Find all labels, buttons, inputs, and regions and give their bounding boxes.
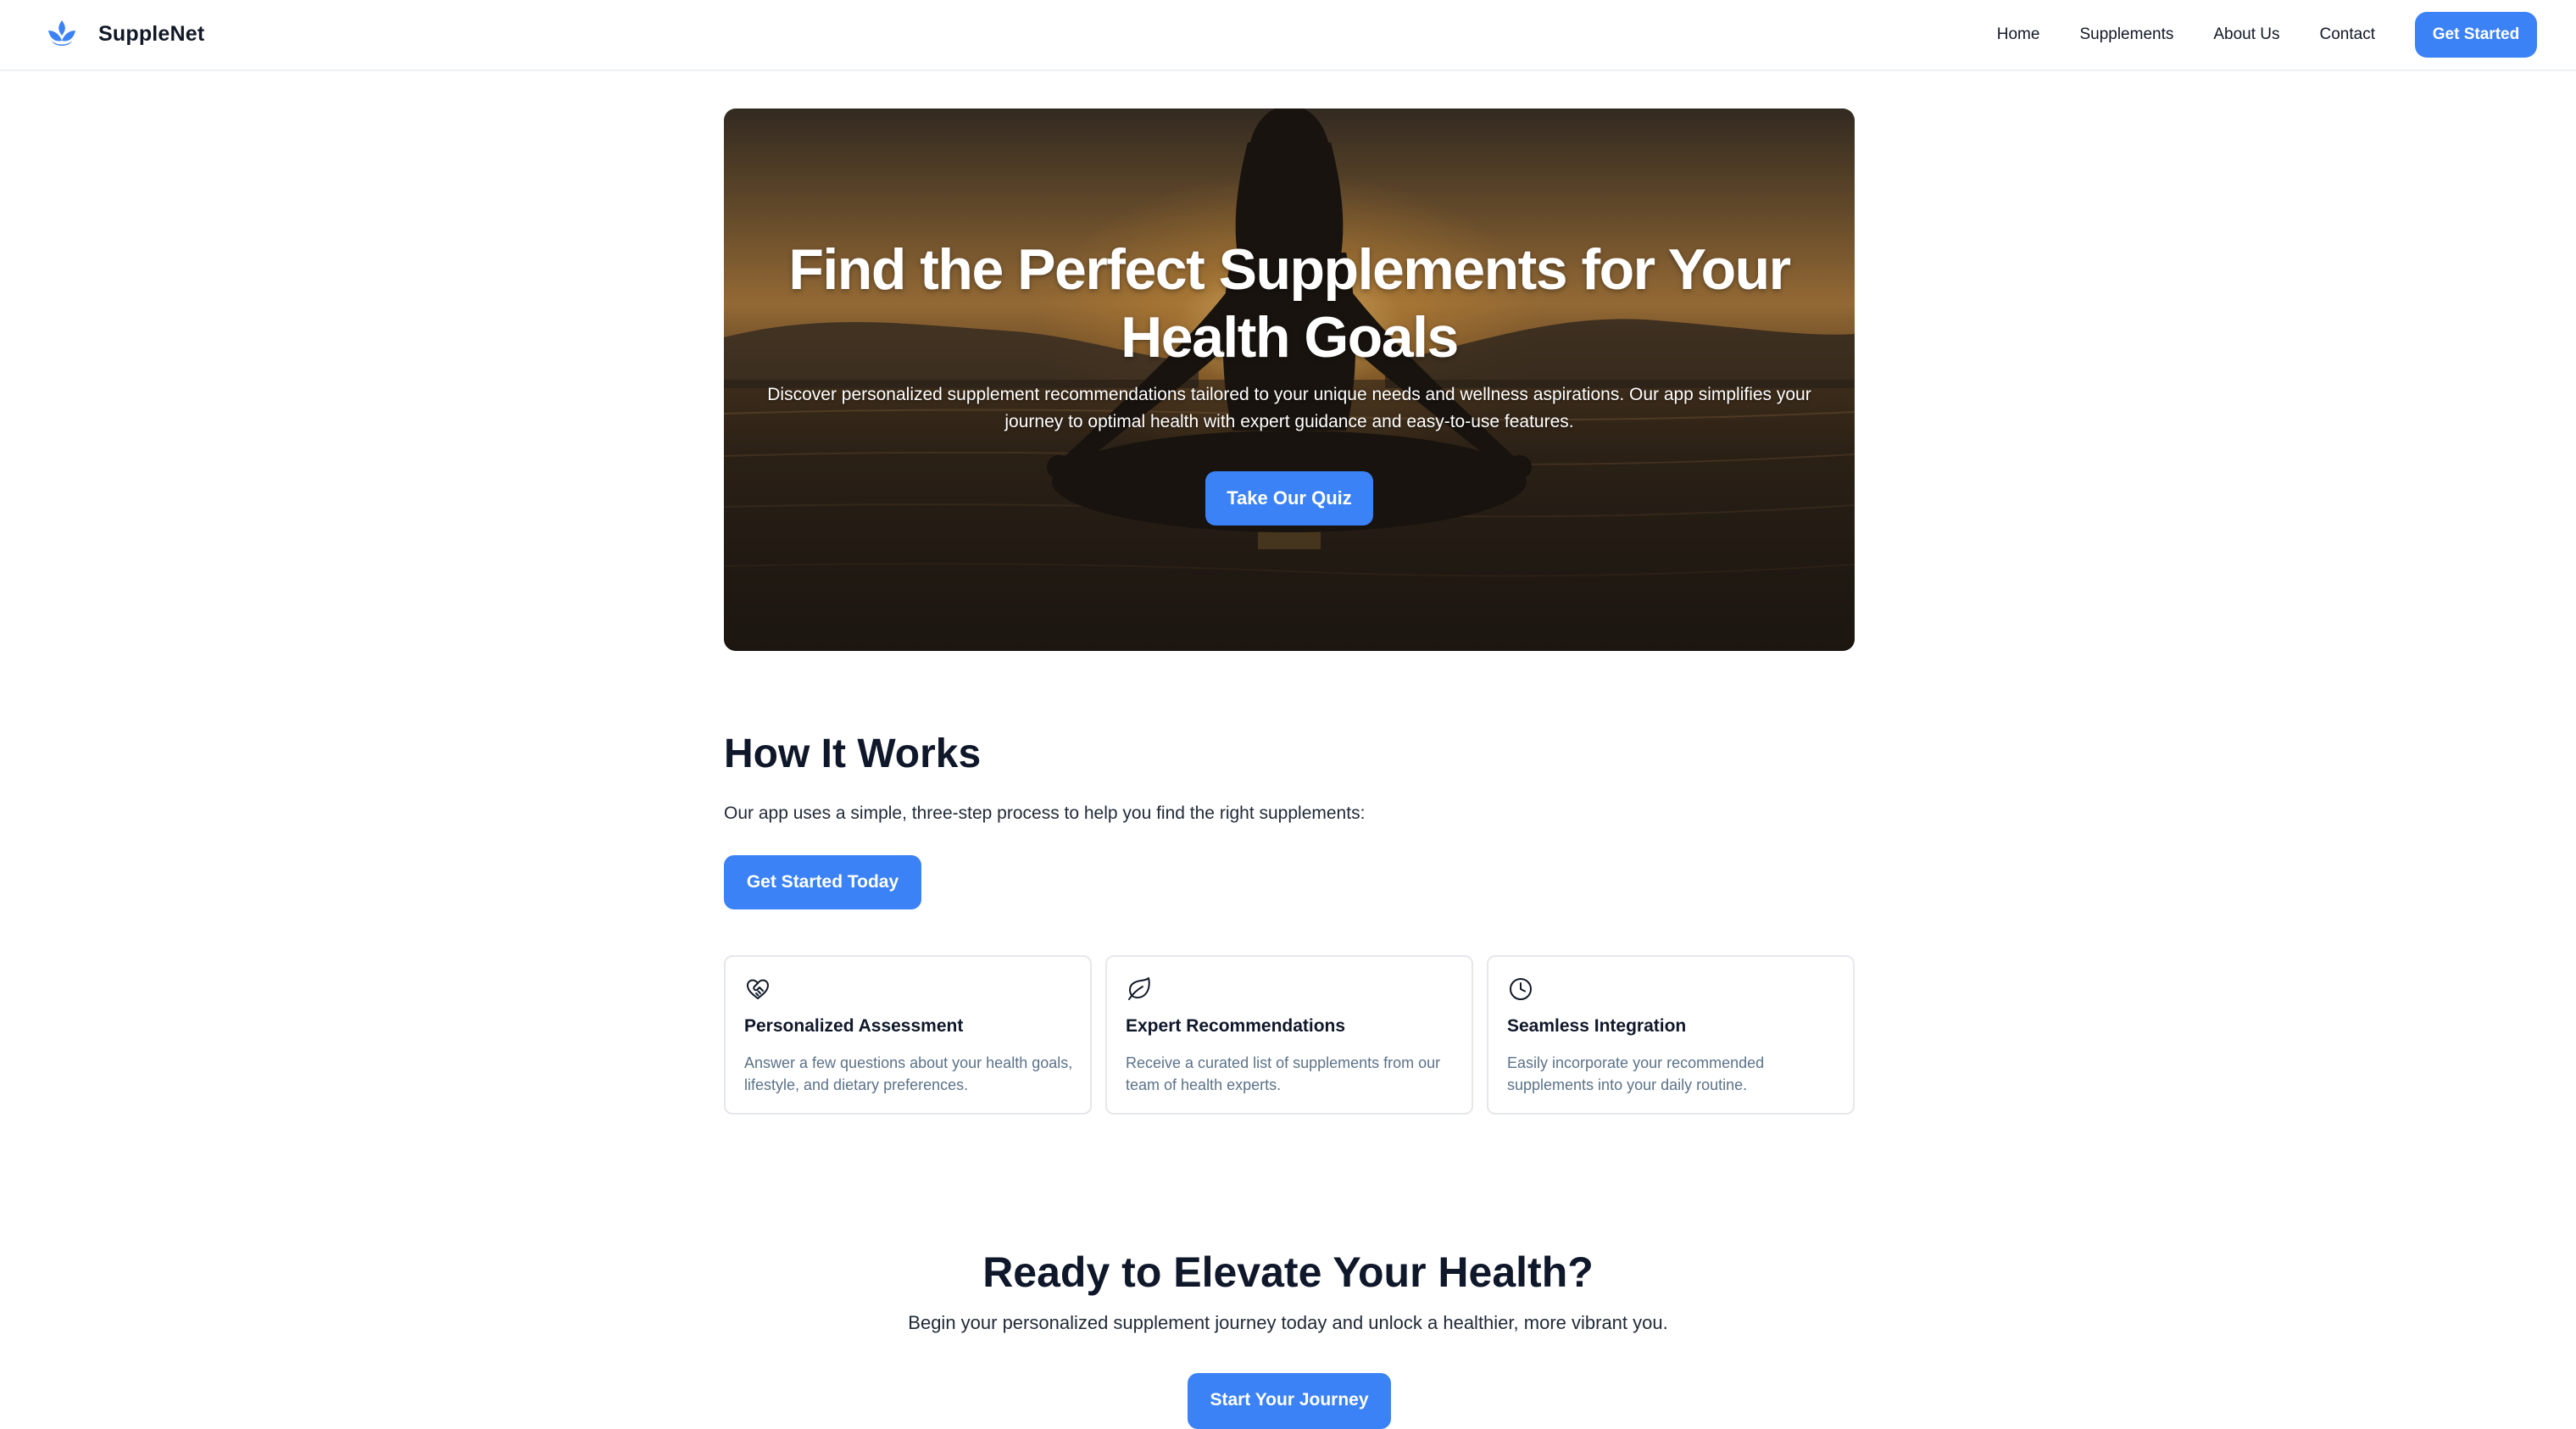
get-started-today-button[interactable]: Get Started Today <box>724 855 921 909</box>
meditation-sunset-image <box>724 108 1855 651</box>
leaf-icon <box>1128 977 1150 1000</box>
get-started-button[interactable]: Get Started <box>2415 12 2537 58</box>
brand[interactable]: SuppleNet <box>46 17 204 51</box>
card-description: Answer a few questions about your health… <box>744 1054 1073 1093</box>
hero-banner: Find the Perfect Supplements for Your He… <box>724 108 1855 651</box>
card-description: Receive a curated list of supplements fr… <box>1126 1054 1441 1093</box>
heart-handshake-icon <box>747 979 769 999</box>
cta-subtitle: Begin your personalized supplement journ… <box>908 1312 1668 1333</box>
how-it-works-title: How It Works <box>724 731 982 776</box>
start-journey-button[interactable]: Start Your Journey <box>1188 1373 1391 1429</box>
take-quiz-button[interactable]: Take Our Quiz <box>1205 471 1373 525</box>
feature-cards: Personalized Assessment Answer a few que… <box>724 955 1855 1115</box>
cta-title: Ready to Elevate Your Health? <box>982 1248 1594 1296</box>
card-title: Seamless Integration <box>1507 1016 1687 1036</box>
nav-about-us[interactable]: About Us <box>2213 12 2279 58</box>
main-nav: Home Supplements About Us Contact Get St… <box>1997 12 2537 58</box>
feature-card-seamless-integration: Seamless Integration Easily incorporate … <box>1487 955 1855 1115</box>
hero-title: Find the Perfect Supplements for Your He… <box>788 237 1791 370</box>
nav-supplements[interactable]: Supplements <box>2079 12 2173 58</box>
feature-card-personalized-assessment: Personalized Assessment Answer a few que… <box>724 955 1092 1115</box>
brand-name: SuppleNet <box>98 21 205 46</box>
how-it-works-subtitle: Our app uses a simple, three-step proces… <box>724 803 1366 823</box>
card-title: Expert Recommendations <box>1126 1016 1346 1036</box>
feature-card-expert-recommendations: Expert Recommendations Receive a curated… <box>1105 955 1473 1115</box>
nav-contact[interactable]: Contact <box>2320 12 2375 58</box>
lotus-drop-icon <box>48 20 75 46</box>
card-description: Easily incorporate your recommended supp… <box>1507 1054 1765 1093</box>
top-navbar: SuppleNet Home Supplements About Us Cont… <box>0 0 2576 71</box>
nav-home[interactable]: Home <box>1997 12 2040 58</box>
hero-subtitle: Discover personalized supplement recomme… <box>767 385 1811 431</box>
card-title: Personalized Assessment <box>744 1016 964 1036</box>
clock-icon <box>1510 978 1532 1000</box>
